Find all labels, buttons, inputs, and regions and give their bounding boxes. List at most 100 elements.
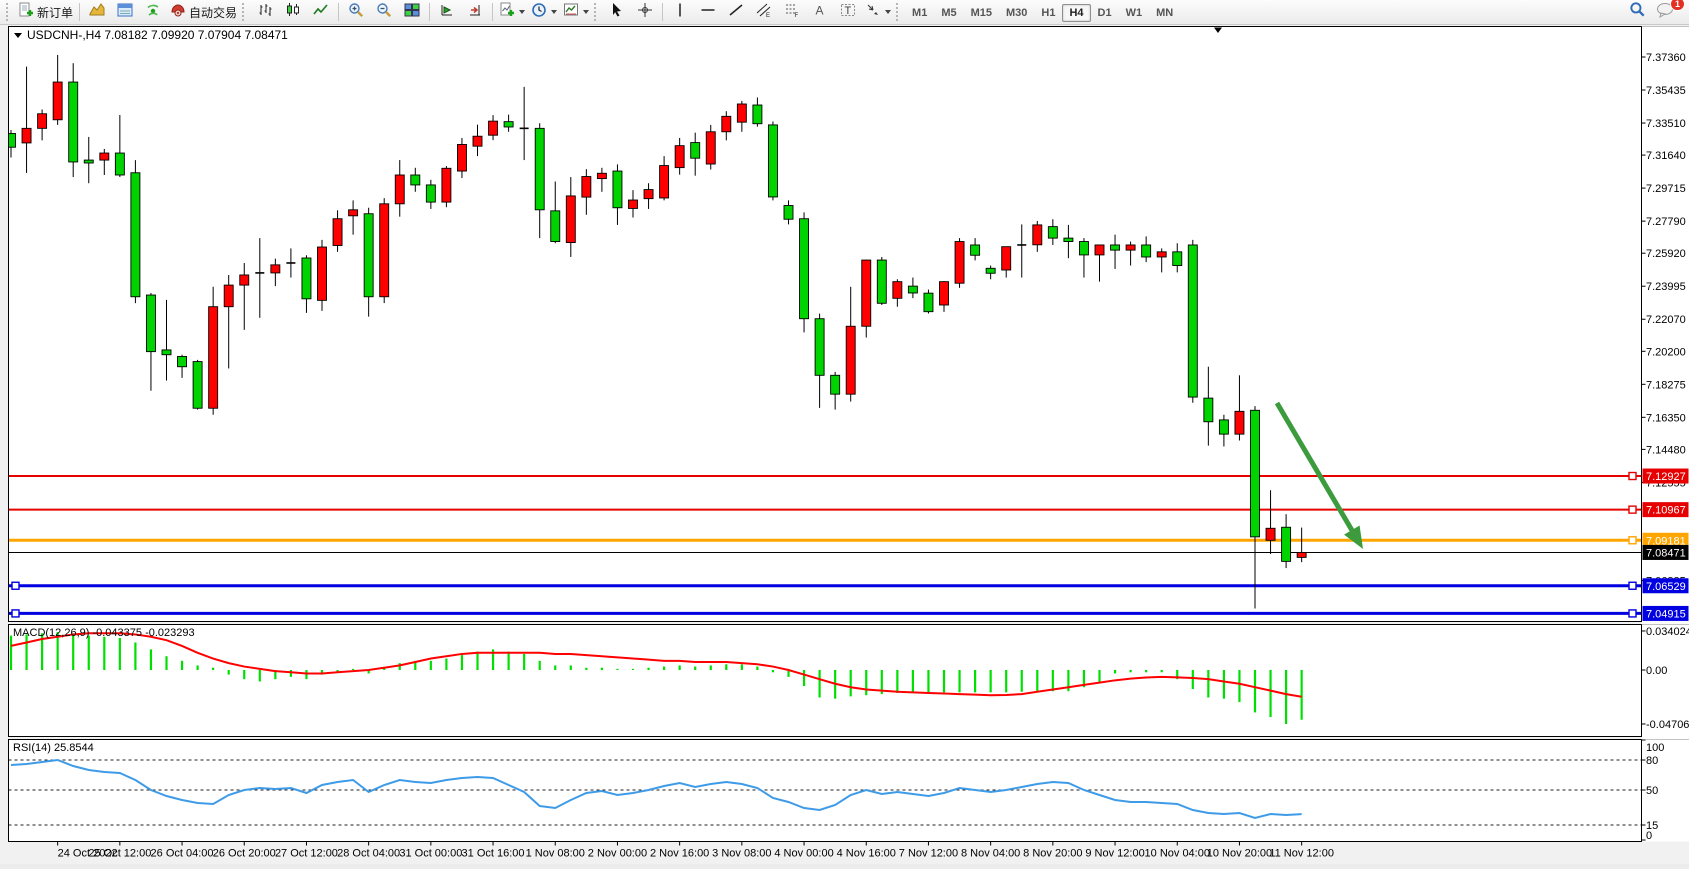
time-tick-label: 26 Oct 20:00 (213, 848, 276, 860)
svg-text:E: E (766, 13, 770, 18)
price-badge-label: 7.10967 (1646, 505, 1686, 517)
candle (131, 160, 140, 303)
candlestick-chart-icon (285, 2, 301, 23)
vertical-line-button[interactable] (666, 1, 694, 24)
time-scale[interactable]: 24 Oct 202225 Oct 12:0026 Oct 04:0026 Oc… (0, 842, 1689, 865)
dropdown-caret-icon (583, 10, 589, 14)
channel-icon: E (756, 2, 772, 23)
chart-shift-button[interactable] (461, 1, 489, 24)
fibo-icon: F (784, 2, 800, 23)
candle (800, 212, 809, 332)
price-badge-label: 7.06529 (1646, 581, 1686, 593)
search-button[interactable] (1623, 1, 1651, 24)
svg-text:A: A (816, 3, 824, 17)
time-tick-label: 2 Nov 16:00 (650, 848, 709, 860)
toolbar-grip[interactable] (242, 3, 249, 21)
trendline-button[interactable] (722, 1, 750, 24)
time-tick-label: 31 Oct 16:00 (462, 848, 525, 860)
time-tick-label: 26 Oct 04:00 (151, 848, 214, 860)
line-handle[interactable] (1629, 473, 1636, 480)
timeframe-W1[interactable]: W1 (1119, 4, 1150, 22)
timeframe-MN[interactable]: MN (1149, 4, 1180, 22)
time-tick-label: 7 Nov 12:00 (899, 848, 958, 860)
rsi-tick-label: 80 (1646, 755, 1658, 767)
arrows-tool-button[interactable] (862, 1, 894, 24)
signals-button[interactable] (139, 1, 167, 24)
zoom-out-button[interactable] (370, 1, 398, 24)
clock-icon (531, 2, 547, 23)
dropdown-caret-icon (551, 10, 557, 14)
time-tick-label: 4 Nov 00:00 (774, 848, 833, 860)
timeframe-group: M1M5M15M30H1H4D1W1MN (905, 3, 1180, 21)
line-handle[interactable] (1629, 537, 1636, 544)
autotrade-button[interactable]: 自动交易 (167, 1, 240, 24)
price-chart: 7.373607.354357.335107.316407.297157.277… (0, 25, 1689, 864)
time-tick-label: 11 Nov 12:00 (1269, 848, 1334, 860)
trendline-icon (728, 2, 744, 23)
dropdown-caret-icon (885, 10, 891, 14)
line-handle[interactable] (1629, 506, 1636, 513)
separator (662, 3, 663, 21)
timeframe-H4[interactable]: H4 (1062, 4, 1090, 22)
timeframe-M1[interactable]: M1 (905, 4, 934, 22)
line-handle[interactable] (1629, 610, 1636, 617)
tile-windows-button[interactable] (398, 1, 426, 24)
data-window-button[interactable] (111, 1, 139, 24)
market-watch-button[interactable] (83, 1, 111, 24)
price-badge-label: 7.08471 (1646, 547, 1686, 559)
zoom-in-icon (348, 2, 364, 23)
cursor-icon (609, 2, 625, 23)
auto-scroll-button[interactable] (433, 1, 461, 24)
price-tick-label: 7.29715 (1646, 183, 1686, 195)
line-handle[interactable] (12, 582, 19, 589)
price-badge-label: 7.04915 (1646, 608, 1686, 620)
toolbar-grip[interactable] (594, 3, 601, 21)
timeframe-M5[interactable]: M5 (934, 4, 963, 22)
bar-chart-button[interactable] (251, 1, 279, 24)
horizontal-line-button[interactable] (694, 1, 722, 24)
text-tool-button[interactable]: A (806, 1, 834, 24)
candle (442, 166, 451, 207)
text-label-button[interactable]: T (834, 1, 862, 24)
zoom-in-button[interactable] (342, 1, 370, 24)
chart-window[interactable]: 7.373607.354357.335107.316407.297157.277… (0, 25, 1689, 864)
price-tick-label: 7.20200 (1646, 346, 1686, 358)
macd-tick-label: 0.034024 (1646, 626, 1689, 638)
templates-icon (563, 2, 579, 23)
timeframe-H1[interactable]: H1 (1034, 4, 1062, 22)
time-tick-label: 27 Oct 12:00 (275, 848, 338, 860)
new-order-icon (18, 2, 34, 23)
auto-scroll-icon (439, 2, 455, 23)
timeframe-M30[interactable]: M30 (999, 4, 1034, 22)
separator (492, 3, 493, 21)
rsi-tick-label: 0 (1646, 830, 1652, 842)
text-label-icon: T (840, 2, 856, 23)
line-handle[interactable] (1629, 582, 1636, 589)
fibonacci-button[interactable]: F (778, 1, 806, 24)
periods-button[interactable] (528, 1, 560, 24)
price-tick-label: 7.31640 (1646, 150, 1686, 162)
templates-button[interactable] (560, 1, 592, 24)
new-chart-button[interactable] (496, 1, 528, 24)
new-order-button[interactable]: 新订单 (15, 1, 76, 24)
candle (380, 198, 389, 303)
candlestick-chart-button[interactable] (279, 1, 307, 24)
line-chart-button[interactable] (307, 1, 335, 24)
equidistant-channel-button[interactable]: E (750, 1, 778, 24)
crosshair-button[interactable] (631, 1, 659, 24)
toolbar-grip[interactable] (896, 3, 903, 21)
macd-tick-label: 0.00 (1646, 665, 1667, 677)
timeframe-M15[interactable]: M15 (964, 4, 999, 22)
time-tick-label: 8 Nov 04:00 (961, 848, 1020, 860)
chart-title: USDCNH-,H4 7.08182 7.09920 7.07904 7.084… (27, 28, 288, 42)
time-tick-label: 8 Nov 20:00 (1023, 848, 1082, 860)
notifications-button[interactable]: 1 (1651, 1, 1679, 24)
line-handle[interactable] (12, 610, 19, 617)
candle (193, 360, 202, 410)
rsi-tick-label: 50 (1646, 785, 1658, 797)
cursor-button[interactable] (603, 1, 631, 24)
timeframe-D1[interactable]: D1 (1091, 4, 1119, 22)
bar-chart-icon (257, 2, 273, 23)
time-tick-label: 31 Oct 00:00 (399, 848, 462, 860)
toolbar-grip[interactable] (6, 3, 13, 21)
